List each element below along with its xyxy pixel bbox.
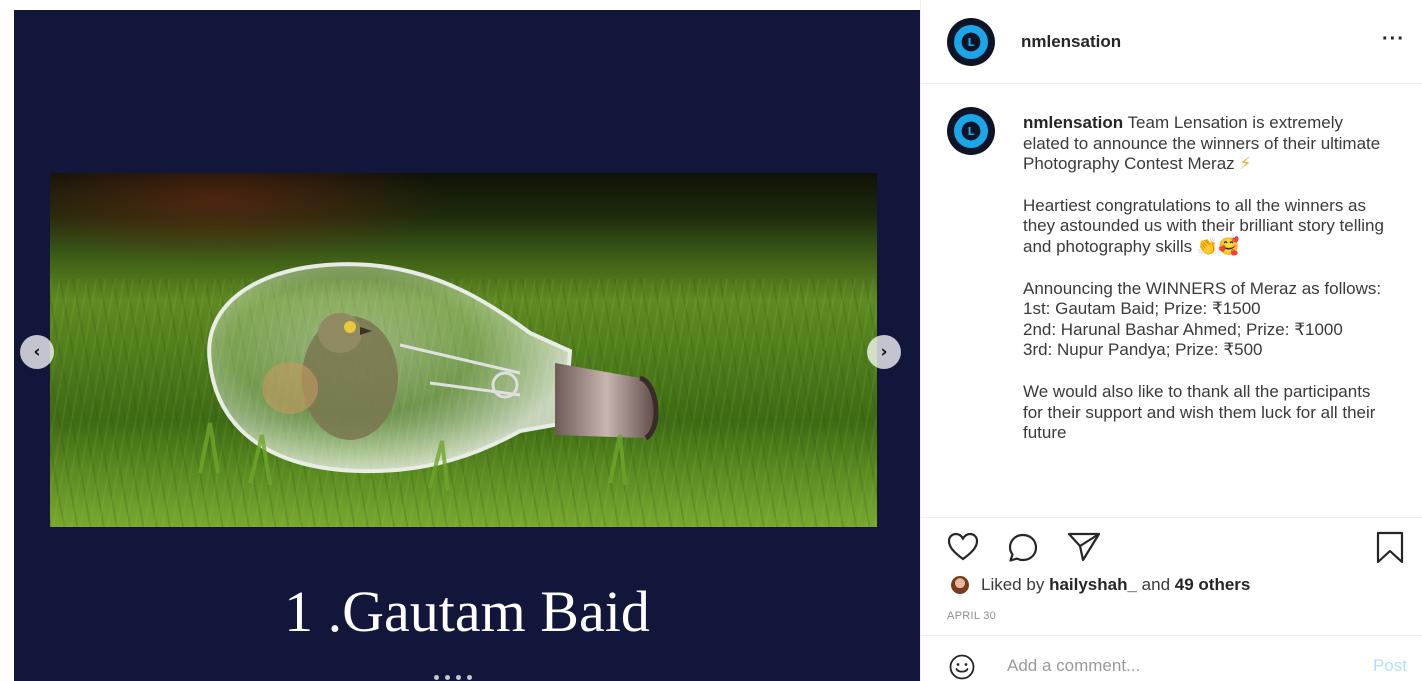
carousel-next-button[interactable]: › — [867, 335, 901, 369]
post-actions: Liked by hailyshah_ and 49 others APRIL … — [921, 517, 1422, 681]
post-header: L nmlensation ··· — [921, 0, 1422, 84]
carousel-dot — [456, 675, 461, 680]
likes-summary[interactable]: Liked by hailyshah_ and 49 others — [951, 575, 1250, 595]
caption-scroll-area[interactable]: L nmlensation Team Lensation is extremel… — [921, 85, 1422, 517]
post-side-panel: L nmlensation ··· L nmlensation Team Len… — [920, 0, 1422, 681]
liker-username[interactable]: hailyshah_ — [1049, 575, 1137, 595]
carousel-indicator — [434, 675, 472, 680]
lightbulb-illustration — [198, 262, 659, 492]
post-date: APRIL 30 — [947, 610, 997, 622]
caption-winner-3: 3rd: Nupur Pandya; Prize: ₹500 — [1023, 340, 1263, 360]
likes-count[interactable]: 49 others — [1175, 575, 1251, 595]
lensation-logo-icon: L — [954, 114, 988, 148]
paper-plane-icon[interactable] — [1067, 531, 1101, 563]
carousel-dot — [434, 675, 439, 680]
carousel-dot — [467, 675, 472, 680]
bookmark-icon[interactable] — [1375, 531, 1405, 565]
lightning-icon: ⚡ — [1239, 154, 1252, 175]
chevron-right-icon: › — [880, 342, 888, 362]
carousel-prev-button[interactable]: ‹ — [20, 335, 54, 369]
clap-emoji-icon: 👏🥰 — [1196, 236, 1240, 257]
comment-bar: Post — [921, 635, 1422, 681]
smiley-icon[interactable] — [949, 654, 975, 680]
slide-caption: 1 .Gautam Baid — [284, 579, 650, 644]
avatar-letter: L — [967, 35, 975, 49]
post-media-carousel[interactable]: ‹ › 1 .Gautam Baid — [14, 10, 920, 681]
liker-avatar — [951, 576, 969, 594]
caption-thanks: We would also like to thank all the part… — [1023, 381, 1376, 443]
caption-paragraph: Heartiest congratulations to all the win… — [1023, 196, 1393, 258]
post-caption: nmlensation Team Lensation is extremely … — [1023, 113, 1393, 465]
heart-icon[interactable] — [947, 532, 979, 562]
caption-avatar[interactable]: L — [947, 107, 995, 155]
comment-input[interactable] — [1007, 654, 1347, 678]
post-comment-button[interactable]: Post — [1373, 656, 1407, 676]
carousel-dot — [445, 675, 450, 680]
caption-username[interactable]: nmlensation — [1023, 113, 1123, 132]
caption-paragraph: We would also like to thank all the part… — [1023, 382, 1393, 444]
more-options-button[interactable]: ··· — [1382, 28, 1405, 51]
avatar[interactable]: L — [947, 18, 995, 66]
chevron-left-icon: ‹ — [33, 342, 41, 362]
likes-prefix: Liked by — [981, 575, 1045, 594]
caption-paragraph: nmlensation Team Lensation is extremely … — [1023, 113, 1393, 175]
caption-winner-1: 1st: Gautam Baid; Prize: ₹1500 — [1023, 299, 1261, 319]
avatar-letter: L — [967, 124, 975, 138]
post-photo-lightbulb-bird — [50, 173, 877, 527]
caption-winners-intro: Announcing the WINNERS of Meraz as follo… — [1023, 278, 1382, 298]
likes-middle: and — [1141, 575, 1171, 594]
caption-paragraph: Announcing the WINNERS of Meraz as follo… — [1023, 279, 1393, 361]
lensation-logo-icon: L — [954, 25, 988, 59]
speech-bubble-icon[interactable] — [1007, 532, 1039, 564]
post-username[interactable]: nmlensation — [1021, 32, 1121, 52]
caption-winner-2: 2nd: Harunal Bashar Ahmed; Prize: ₹1000 — [1023, 319, 1343, 339]
